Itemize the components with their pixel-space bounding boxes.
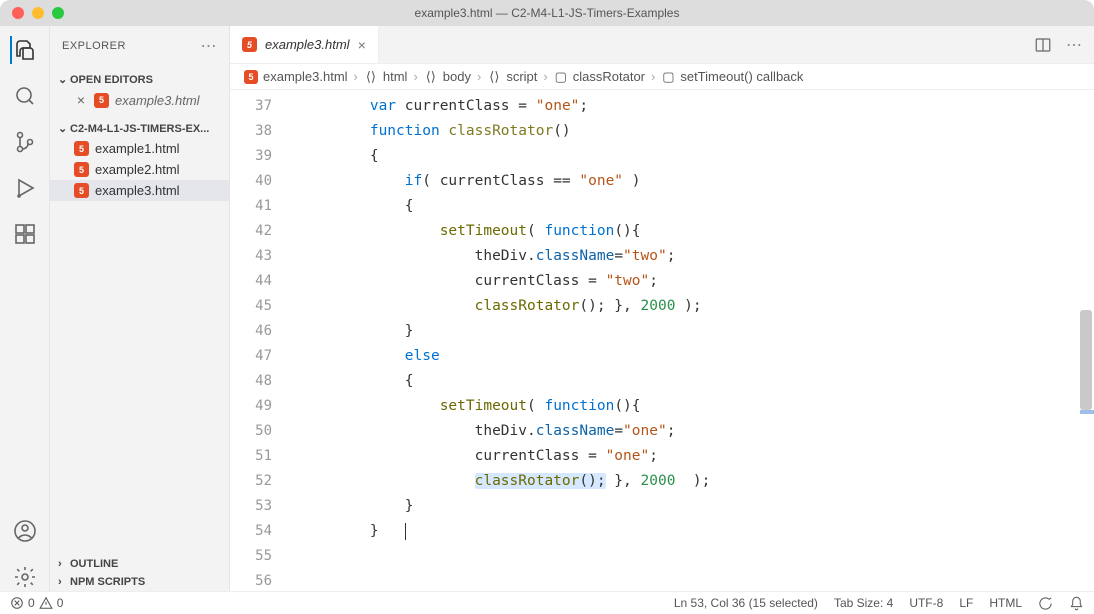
close-icon[interactable]: ×	[74, 92, 88, 108]
npm-scripts-section[interactable]: › NPM SCRIPTS	[50, 573, 229, 591]
open-editor-item[interactable]: × 5 example3.html	[50, 89, 229, 111]
breadcrumb-seg[interactable]: html	[383, 69, 408, 84]
breadcrumb-seg[interactable]: classRotator	[573, 69, 645, 84]
symbol-method-icon: ▢	[554, 70, 568, 84]
split-editor-icon[interactable]	[1034, 36, 1052, 54]
encoding[interactable]: UTF-8	[909, 596, 943, 610]
search-icon[interactable]	[11, 82, 39, 110]
line-number-gutter: 3738394041424344454647484950515253545556	[230, 90, 300, 591]
close-icon[interactable]: ×	[358, 37, 366, 53]
tab-title: example3.html	[265, 37, 350, 52]
sidebar-title: EXPLORER	[62, 40, 126, 52]
warnings-count: 0	[57, 596, 64, 610]
scrollbar-thumb[interactable]	[1080, 310, 1092, 410]
extensions-icon[interactable]	[11, 220, 39, 248]
open-editors-section[interactable]: ⌄ OPEN EDITORS	[50, 70, 229, 89]
overview-ruler-mark	[1080, 410, 1094, 414]
editor-tab[interactable]: 5 example3.html ×	[230, 26, 379, 63]
notifications-icon[interactable]	[1069, 596, 1084, 611]
chevron-right-icon: ›	[354, 69, 358, 84]
file-item[interactable]: 5 example2.html	[50, 159, 229, 180]
tag-icon: ⟨⟩	[424, 70, 438, 84]
problems-status[interactable]: 0 0	[10, 596, 63, 610]
editor-more-icon[interactable]: ⋯	[1066, 35, 1082, 55]
cursor-position[interactable]: Ln 53, Col 36 (15 selected)	[674, 596, 818, 610]
chevron-down-icon: ⌄	[58, 122, 70, 135]
run-debug-icon[interactable]	[11, 174, 39, 202]
chevron-right-icon: ›	[543, 69, 547, 84]
editor[interactable]: 3738394041424344454647484950515253545556…	[230, 90, 1094, 591]
symbol-method-icon: ▢	[661, 70, 675, 84]
folder-label: C2-M4-L1-JS-TIMERS-EX...	[70, 123, 209, 135]
html-file-icon: 5	[244, 70, 258, 84]
sidebar-title-row: EXPLORER ⋯	[50, 26, 229, 66]
code-area[interactable]: var currentClass = "one"; function class…	[300, 90, 1094, 591]
html-file-icon: 5	[74, 183, 89, 198]
tab-bar: 5 example3.html × ⋯	[230, 26, 1094, 64]
file-name: example3.html	[95, 183, 180, 198]
errors-count: 0	[28, 596, 35, 610]
html-file-icon: 5	[242, 37, 257, 52]
html-file-icon: 5	[94, 93, 109, 108]
breadcrumb-file[interactable]: example3.html	[263, 69, 348, 84]
feedback-icon[interactable]	[1038, 596, 1053, 611]
breadcrumb-seg[interactable]: script	[506, 69, 537, 84]
breadcrumb[interactable]: 5 example3.html › ⟨⟩ html › ⟨⟩ body › ⟨⟩ scr…	[230, 64, 1094, 90]
titlebar: example3.html — C2-M4-L1-JS-Timers-Examp…	[0, 0, 1094, 26]
chevron-right-icon: ›	[413, 69, 417, 84]
html-file-icon: 5	[74, 141, 89, 156]
source-control-icon[interactable]	[11, 128, 39, 156]
status-bar: 0 0 Ln 53, Col 36 (15 selected) Tab Size…	[0, 591, 1094, 614]
sidebar: EXPLORER ⋯ ⌄ OPEN EDITORS × 5 example3.h…	[50, 26, 230, 591]
open-editors-label: OPEN EDITORS	[70, 74, 153, 86]
breadcrumb-seg[interactable]: body	[443, 69, 471, 84]
file-item[interactable]: 5 example3.html	[50, 180, 229, 201]
tag-icon: ⟨⟩	[487, 70, 501, 84]
editor-group: 5 example3.html × ⋯ 5 example3.html › ⟨⟩ h…	[230, 26, 1094, 591]
outline-label: OUTLINE	[70, 558, 118, 570]
folder-section[interactable]: ⌄ C2-M4-L1-JS-TIMERS-EX...	[50, 119, 229, 138]
chevron-right-icon: ›	[58, 558, 70, 570]
language-mode[interactable]: HTML	[989, 596, 1022, 610]
tab-size[interactable]: Tab Size: 4	[834, 596, 893, 610]
html-file-icon: 5	[74, 162, 89, 177]
open-editor-name: example3.html	[115, 93, 200, 108]
file-name: example1.html	[95, 141, 180, 156]
window-title: example3.html — C2-M4-L1-JS-Timers-Examp…	[0, 6, 1094, 20]
chevron-down-icon: ⌄	[58, 73, 70, 86]
sidebar-more-icon[interactable]: ⋯	[201, 36, 218, 56]
settings-gear-icon[interactable]	[11, 563, 39, 591]
chevron-right-icon: ›	[651, 69, 655, 84]
chevron-right-icon: ›	[58, 576, 70, 588]
tag-icon: ⟨⟩	[364, 70, 378, 84]
eol[interactable]: LF	[959, 596, 973, 610]
breadcrumb-seg[interactable]: setTimeout() callback	[680, 69, 803, 84]
npm-label: NPM SCRIPTS	[70, 576, 145, 588]
activity-bar	[0, 26, 50, 591]
file-name: example2.html	[95, 162, 180, 177]
accounts-icon[interactable]	[11, 517, 39, 545]
chevron-right-icon: ›	[477, 69, 481, 84]
file-item[interactable]: 5 example1.html	[50, 138, 229, 159]
outline-section[interactable]: › OUTLINE	[50, 555, 229, 573]
explorer-icon[interactable]	[10, 36, 38, 64]
